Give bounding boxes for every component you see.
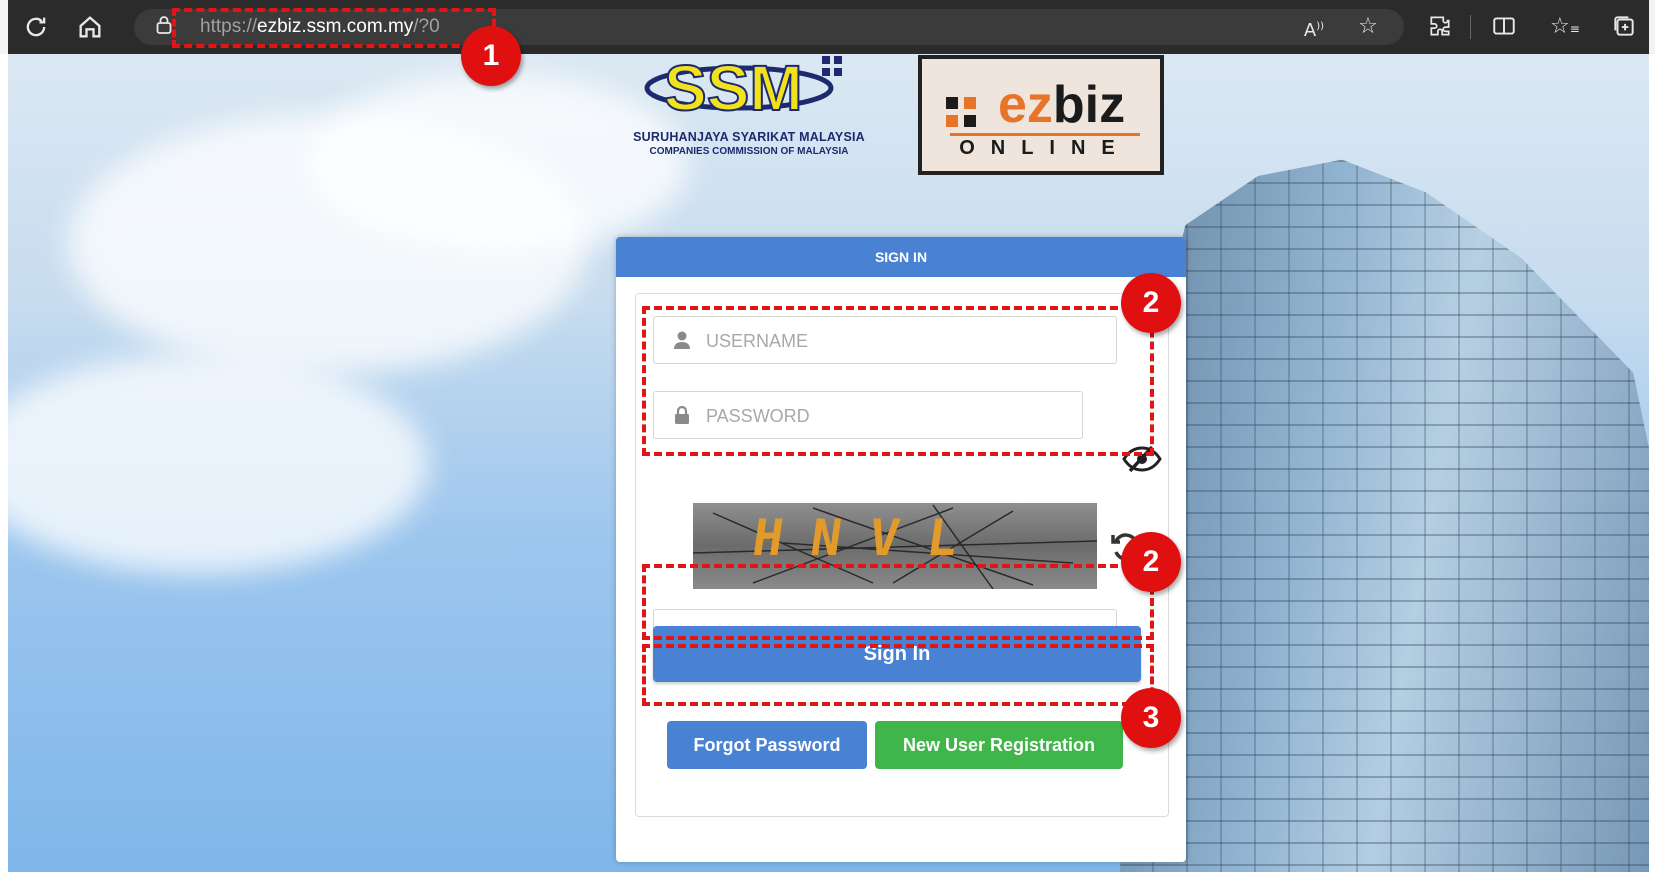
refresh-icon[interactable] [22, 13, 50, 41]
split-screen-icon[interactable] [1490, 13, 1518, 41]
ssm-logo: SSM SURUHANJAYA SYARIKAT MALAYSIA COMPAN… [624, 50, 874, 160]
ssm-name-malay: SURUHANJAYA SYARIKAT MALAYSIA [633, 130, 865, 144]
password-input[interactable] [704, 392, 1072, 440]
extensions-icon[interactable] [1426, 13, 1454, 41]
building-image [1118, 159, 1649, 872]
lock-icon[interactable] [156, 16, 172, 34]
favorite-icon[interactable]: ☆ [1354, 13, 1382, 41]
password-field[interactable] [653, 391, 1083, 440]
captcha-image: HNVL [693, 503, 1097, 589]
url-host: ezbiz.ssm.com.my [257, 16, 414, 37]
username-field[interactable] [653, 316, 1117, 365]
signin-card: SIGN IN HNVL [616, 237, 1186, 862]
url-path: /?0 [413, 16, 440, 37]
home-icon[interactable] [76, 13, 104, 41]
ezbiz-dots-icon [946, 97, 976, 127]
favorites-list-icon[interactable]: ☆≡ [1550, 13, 1580, 41]
new-user-registration-button[interactable]: New User Registration [875, 721, 1123, 769]
toggle-password-visibility-icon[interactable] [1122, 444, 1162, 474]
annotation-badge-1: 1 [461, 26, 521, 86]
ezbiz-wordmark: ezbiz [998, 77, 1125, 133]
annotation-badge-2b: 2 [1121, 532, 1181, 592]
url-protocol: https:// [200, 16, 258, 37]
ezbiz-online-text: ONLINE [959, 137, 1131, 159]
lock-icon [675, 405, 689, 424]
ssm-name-english: COMPANIES COMMISSION OF MALAYSIA [649, 146, 849, 157]
cloud-decoration [8, 354, 428, 574]
read-aloud-icon[interactable]: A)) [1300, 13, 1328, 41]
ezbiz-online-logo: ezbiz ONLINE [918, 55, 1164, 175]
url-text[interactable]: https://ezbiz.ssm.com.my/?0 [200, 16, 440, 38]
ezbiz-biz: biz [1052, 76, 1126, 134]
svg-text:SSM: SSM [664, 52, 803, 120]
ezbiz-ez: ez [998, 76, 1053, 134]
ssm-logo-mark: SSM [644, 51, 842, 120]
signin-header: SIGN IN [616, 237, 1186, 277]
annotation-badge-3: 3 [1121, 688, 1181, 748]
forgot-password-button[interactable]: Forgot Password [667, 721, 867, 769]
collections-icon[interactable] [1610, 13, 1638, 41]
browser-toolbar: https://ezbiz.ssm.com.my/?0 A)) ☆ ☆≡ [0, 0, 1655, 54]
signin-button[interactable]: Sign In [653, 626, 1141, 682]
address-bar[interactable]: https://ezbiz.ssm.com.my/?0 [134, 9, 1404, 45]
ezbiz-underline [950, 133, 1140, 136]
annotation-badge-2a: 2 [1121, 273, 1181, 333]
username-input[interactable] [704, 317, 1106, 365]
toolbar-divider [1470, 15, 1471, 39]
captcha-text: HNVL [748, 509, 990, 567]
user-icon [674, 331, 690, 349]
